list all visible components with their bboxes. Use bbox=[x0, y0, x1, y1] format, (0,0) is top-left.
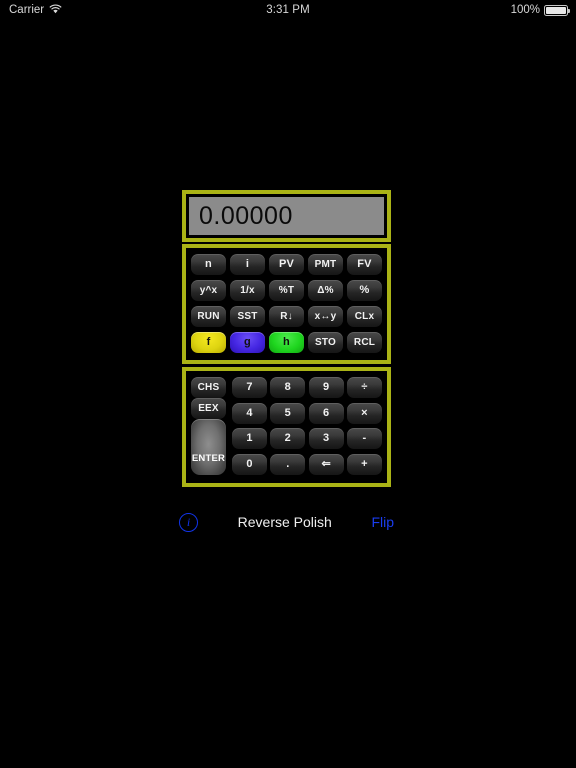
display-value: 0.00000 bbox=[189, 197, 384, 235]
key-4[interactable]: 4 bbox=[232, 402, 267, 424]
key-i[interactable]: i bbox=[230, 254, 265, 275]
key-pmt[interactable]: PMT bbox=[308, 254, 343, 275]
key-eex[interactable]: EEX bbox=[191, 398, 226, 419]
key-n[interactable]: n bbox=[191, 254, 226, 275]
status-bar-right: 100% bbox=[510, 4, 570, 16]
key-reciprocal[interactable]: 1/x bbox=[230, 280, 265, 301]
function-row-2: y^x 1/x %T Δ% % bbox=[191, 280, 382, 301]
numeric-keypad: CHS EEX ENTER 7 8 9 ÷ 4 5 6 × 1 2 3 - 0 … bbox=[182, 367, 391, 487]
numeric-right-grid: 7 8 9 ÷ 4 5 6 × 1 2 3 - 0 . ⇐ + bbox=[232, 377, 382, 475]
key-pv[interactable]: PV bbox=[269, 254, 304, 275]
key-h-shift[interactable]: h bbox=[269, 332, 304, 353]
battery-icon bbox=[544, 4, 570, 16]
numeric-left-column: CHS EEX ENTER bbox=[191, 377, 226, 475]
function-row-3: RUN SST R↓ x↔y CLx bbox=[191, 306, 382, 327]
key-enter[interactable]: ENTER bbox=[191, 419, 226, 475]
info-icon[interactable]: i bbox=[179, 512, 198, 532]
numeric-row-4: 0 . ⇐ + bbox=[232, 453, 382, 475]
key-run[interactable]: RUN bbox=[191, 306, 226, 327]
key-sst[interactable]: SST bbox=[230, 306, 265, 327]
key-add[interactable]: + bbox=[346, 453, 382, 475]
footer-bar: i Reverse Polish Flip bbox=[176, 508, 398, 536]
key-fv[interactable]: FV bbox=[347, 254, 382, 275]
key-delta-percent[interactable]: Δ% bbox=[308, 280, 343, 301]
key-2[interactable]: 2 bbox=[270, 428, 306, 450]
calculator: 0.00000 n i PV PMT FV y^x 1/x %T Δ% % RU… bbox=[182, 190, 391, 487]
key-7[interactable]: 7 bbox=[232, 377, 267, 398]
key-g-shift[interactable]: g bbox=[230, 332, 265, 353]
key-rcl[interactable]: RCL bbox=[347, 332, 382, 353]
key-9[interactable]: 9 bbox=[308, 377, 344, 398]
status-bar-time: 3:31 PM bbox=[266, 4, 310, 16]
key-8[interactable]: 8 bbox=[270, 377, 306, 398]
numeric-row-1: 7 8 9 ÷ bbox=[232, 377, 382, 398]
key-3[interactable]: 3 bbox=[308, 428, 344, 450]
key-multiply[interactable]: × bbox=[346, 402, 382, 424]
key-y-pow-x[interactable]: y^x bbox=[191, 280, 226, 301]
key-f-shift[interactable]: f bbox=[191, 332, 226, 353]
function-row-4: f g h STO RCL bbox=[191, 332, 382, 353]
display-panel: 0.00000 bbox=[182, 190, 391, 242]
key-sto[interactable]: STO bbox=[308, 332, 343, 353]
key-percent[interactable]: % bbox=[347, 280, 382, 301]
key-clx[interactable]: CLx bbox=[347, 306, 382, 327]
status-bar: Carrier 3:31 PM 100% bbox=[0, 0, 576, 20]
numeric-row-3: 1 2 3 - bbox=[232, 428, 382, 450]
numeric-grid: CHS EEX ENTER 7 8 9 ÷ 4 5 6 × 1 2 3 - 0 … bbox=[191, 377, 382, 475]
key-backspace[interactable]: ⇐ bbox=[308, 453, 344, 475]
numeric-row-2: 4 5 6 × bbox=[232, 402, 382, 424]
key-6[interactable]: 6 bbox=[308, 402, 344, 424]
key-swap-x-y[interactable]: x↔y bbox=[308, 306, 343, 327]
key-1[interactable]: 1 bbox=[232, 428, 267, 450]
function-keypad: n i PV PMT FV y^x 1/x %T Δ% % RUN SST R↓… bbox=[182, 244, 391, 364]
key-decimal-point[interactable]: . bbox=[270, 453, 306, 475]
flip-button[interactable]: Flip bbox=[371, 514, 394, 530]
key-chs[interactable]: CHS bbox=[191, 377, 226, 398]
mode-label: Reverse Polish bbox=[237, 514, 332, 530]
function-row-1: n i PV PMT FV bbox=[191, 254, 382, 275]
key-percent-total[interactable]: %T bbox=[269, 280, 304, 301]
key-0[interactable]: 0 bbox=[232, 453, 267, 475]
battery-percent-label: 100% bbox=[510, 4, 540, 16]
key-subtract[interactable]: - bbox=[346, 428, 382, 450]
key-divide[interactable]: ÷ bbox=[346, 377, 382, 398]
key-roll-down[interactable]: R↓ bbox=[269, 306, 304, 327]
key-5[interactable]: 5 bbox=[270, 402, 306, 424]
